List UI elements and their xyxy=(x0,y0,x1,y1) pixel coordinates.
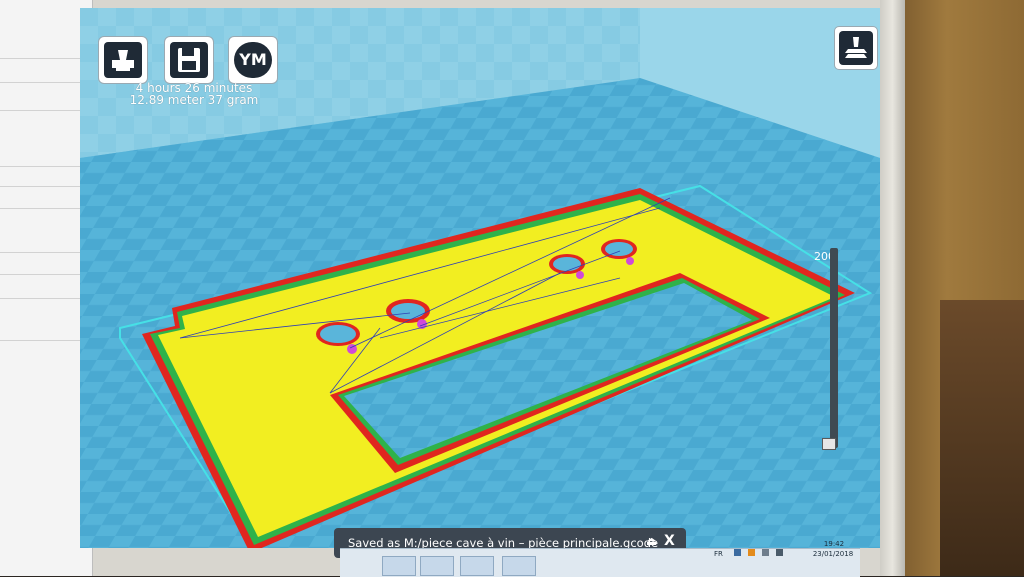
taskbar-app-button[interactable] xyxy=(420,556,454,576)
tray-flag-icon[interactable] xyxy=(748,549,755,556)
system-tray: FR 19:42 23/01/2018 xyxy=(712,538,860,566)
load-model-button[interactable] xyxy=(98,36,148,84)
clock-date[interactable]: 23/01/2018 xyxy=(808,550,858,558)
background-box xyxy=(940,300,1024,576)
print-estimate: 4 hours 26 minutes 12.89 meter 37 gram xyxy=(114,82,274,106)
save-gcode-button[interactable] xyxy=(164,36,214,84)
clock-time[interactable]: 19:42 xyxy=(814,540,854,548)
settings-row[interactable] xyxy=(0,256,80,275)
eject-icon[interactable]: ⏏ xyxy=(646,534,657,548)
save-gcode-icon xyxy=(170,42,208,78)
layer-slider-track[interactable] xyxy=(830,248,838,448)
account-initials: YM xyxy=(234,42,272,78)
tray-network-icon[interactable] xyxy=(762,549,769,556)
settings-row[interactable] xyxy=(0,40,80,59)
settings-row[interactable] xyxy=(0,280,80,299)
settings-row[interactable] xyxy=(0,92,80,111)
settings-row[interactable] xyxy=(0,190,80,209)
tray-volume-icon[interactable] xyxy=(776,549,783,556)
view-mode-button[interactable] xyxy=(834,26,878,70)
account-button[interactable]: YM xyxy=(228,36,278,84)
monitor-bezel-edge xyxy=(880,0,905,576)
settings-row[interactable] xyxy=(0,148,80,167)
settings-row[interactable] xyxy=(0,64,80,83)
taskbar-app-button[interactable] xyxy=(460,556,494,576)
settings-row[interactable] xyxy=(0,168,80,187)
language-indicator[interactable]: FR xyxy=(714,550,723,558)
taskbar-app-button[interactable] xyxy=(382,556,416,576)
close-notification-button[interactable]: X xyxy=(664,533,675,549)
layer-view-viewport[interactable]: YM 4 hours 26 minutes 12.89 meter 37 gra… xyxy=(80,8,880,548)
settings-row[interactable] xyxy=(0,234,80,253)
tray-arrow-icon[interactable] xyxy=(734,549,741,556)
view-mode-icon xyxy=(839,31,873,65)
taskbar-app-button[interactable] xyxy=(502,556,536,576)
layer-slider-handle[interactable] xyxy=(822,438,836,450)
settings-row[interactable] xyxy=(0,322,80,341)
print-material: 12.89 meter 37 gram xyxy=(129,93,259,107)
load-model-icon xyxy=(104,42,142,78)
